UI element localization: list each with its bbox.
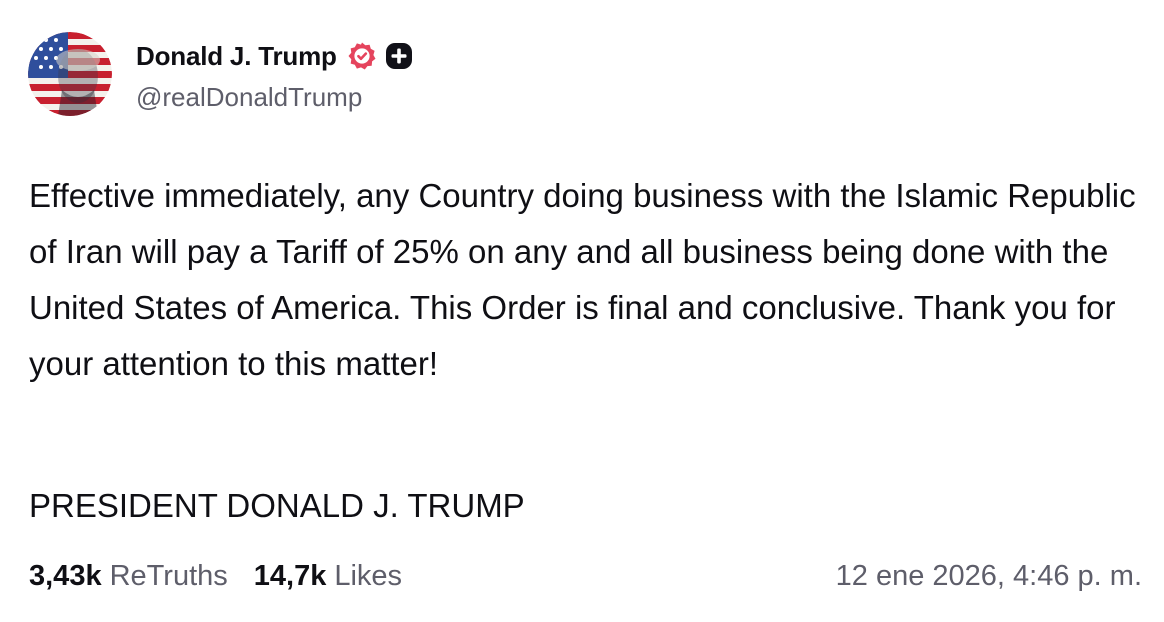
author-block: Donald J. Trump @realDonaldTrump: [136, 36, 413, 113]
post-card: Donald J. Trump @realDonaldTrump Effecti…: [0, 0, 1164, 622]
likes-count: 14,7k: [253, 559, 327, 592]
author-handle[interactable]: @realDonaldTrump: [136, 82, 413, 113]
post-stats: 3,43k ReTruths 14,7k Likes: [29, 554, 428, 598]
verified-badge-icon: [348, 42, 376, 70]
post-signature: PRESIDENT DONALD J. TRUMP: [29, 487, 525, 524]
author-display-name[interactable]: Donald J. Trump: [136, 41, 337, 72]
likes-stat[interactable]: 14,7k Likes: [254, 560, 402, 593]
plus-badge-icon: [385, 43, 412, 69]
retruths-stat[interactable]: 3,43k ReTruths: [29, 560, 228, 593]
post-content: Effective immediately, any Country doing…: [29, 177, 1136, 382]
avatar[interactable]: [28, 32, 112, 116]
retruths-count: 3,43k: [29, 559, 102, 592]
likes-label: Likes: [334, 559, 403, 592]
post-timestamp[interactable]: 12 ene 2026, 4:46 p. m.: [836, 554, 1142, 598]
retruths-label: ReTruths: [109, 559, 228, 592]
author-name-row: Donald J. Trump: [136, 36, 413, 76]
